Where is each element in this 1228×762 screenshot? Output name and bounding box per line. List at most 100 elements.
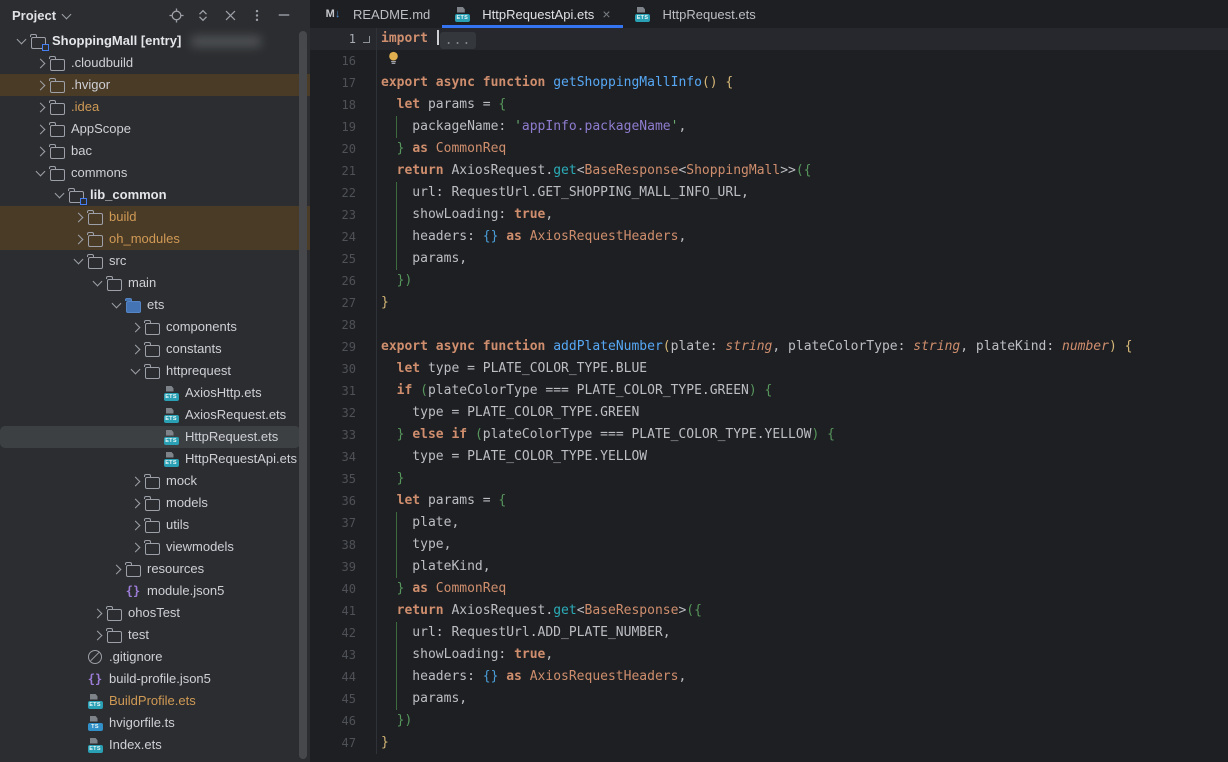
tree-item-appscope[interactable]: AppScope: [0, 118, 310, 140]
code-line-35[interactable]: 35 }: [310, 468, 1228, 490]
code-line-44[interactable]: 44 headers: {} as AxiosRequestHeaders,: [310, 666, 1228, 688]
code-line-29[interactable]: 29export async function addPlateNumber(p…: [310, 336, 1228, 358]
code-line-16[interactable]: 16: [310, 50, 1228, 72]
tree-item-gitignore[interactable]: .gitignore: [0, 646, 310, 668]
code-line-47[interactable]: 47}: [310, 732, 1228, 754]
code-line-46[interactable]: 46 }): [310, 710, 1228, 732]
tree-item-shoppingmall-entry[interactable]: ShoppingMall [entry]: [0, 30, 310, 52]
tree-item-main[interactable]: main: [0, 272, 310, 294]
project-tree-scrollbar[interactable]: [299, 31, 307, 759]
tree-item-models[interactable]: models: [0, 492, 310, 514]
tree-item-ohostest[interactable]: ohosTest: [0, 602, 310, 624]
code-line-1[interactable]: 1import ...: [310, 28, 1228, 50]
fold-region-icon[interactable]: [356, 28, 376, 50]
code-line-25[interactable]: 25 params,: [310, 248, 1228, 270]
tree-item-bac[interactable]: bac: [0, 140, 310, 162]
chevron-collapsed-icon[interactable]: [107, 566, 125, 573]
chevron-collapsed-icon[interactable]: [126, 346, 144, 353]
tab-httprequest-ets[interactable]: ETSHttpRequest.ets: [623, 0, 768, 28]
close-tab-icon[interactable]: ×: [602, 7, 610, 21]
chevron-collapsed-icon[interactable]: [69, 214, 87, 221]
chevron-collapsed-icon[interactable]: [31, 82, 49, 89]
tree-item-axiosrequest-ets[interactable]: ETSAxiosRequest.ets: [0, 404, 310, 426]
code-line-19[interactable]: 19 packageName: 'appInfo.packageName',: [310, 116, 1228, 138]
code-line-45[interactable]: 45 params,: [310, 688, 1228, 710]
code-line-41[interactable]: 41 return AxiosRequest.get<BaseResponse>…: [310, 600, 1228, 622]
tree-item-lib-common[interactable]: lib_common: [0, 184, 310, 206]
tree-item-httprequest-ets[interactable]: ETSHttpRequest.ets: [0, 426, 300, 448]
tree-item-axioshttp-ets[interactable]: ETSAxiosHttp.ets: [0, 382, 310, 404]
code-line-24[interactable]: 24 headers: {} as AxiosRequestHeaders,: [310, 226, 1228, 248]
tree-item-httprequest[interactable]: httprequest: [0, 360, 310, 382]
code-line-28[interactable]: 28: [310, 314, 1228, 336]
code-editor[interactable]: 1import ...1617export async function get…: [310, 28, 1228, 754]
more-options-icon[interactable]: [249, 7, 265, 23]
code-line-38[interactable]: 38 type,: [310, 534, 1228, 556]
tree-item-httprequestapi-ets[interactable]: ETSHttpRequestApi.ets: [0, 448, 310, 470]
code-line-42[interactable]: 42 url: RequestUrl.ADD_PLATE_NUMBER,: [310, 622, 1228, 644]
folded-imports-placeholder[interactable]: ...: [440, 32, 476, 49]
code-line-21[interactable]: 21 return AxiosRequest.get<BaseResponse<…: [310, 160, 1228, 182]
tree-item-build[interactable]: build: [0, 206, 310, 228]
tree-item-cloudbuild[interactable]: .cloudbuild: [0, 52, 310, 74]
tree-item-constants[interactable]: constants: [0, 338, 310, 360]
tree-item-build-profile-json5[interactable]: {}build-profile.json5: [0, 668, 310, 690]
tree-item-hvigor[interactable]: .hvigor: [0, 74, 310, 96]
tree-item-components[interactable]: components: [0, 316, 310, 338]
code-line-22[interactable]: 22 url: RequestUrl.GET_SHOPPING_MALL_INF…: [310, 182, 1228, 204]
tree-item-src[interactable]: src: [0, 250, 310, 272]
chevron-collapsed-icon[interactable]: [31, 148, 49, 155]
tree-item-resources[interactable]: resources: [0, 558, 310, 580]
tree-item-test[interactable]: test: [0, 624, 310, 646]
chevron-collapsed-icon[interactable]: [69, 236, 87, 243]
intention-bulb-icon[interactable]: [387, 51, 400, 66]
chevron-collapsed-icon[interactable]: [126, 478, 144, 485]
code-line-37[interactable]: 37 plate,: [310, 512, 1228, 534]
chevron-expanded-icon[interactable]: [107, 303, 125, 307]
code-line-32[interactable]: 32 type = PLATE_COLOR_TYPE.GREEN: [310, 402, 1228, 424]
chevron-collapsed-icon[interactable]: [126, 544, 144, 551]
chevron-expanded-icon[interactable]: [12, 39, 30, 43]
tree-item-index-ets[interactable]: ETSIndex.ets: [0, 734, 310, 756]
code-line-23[interactable]: 23 showLoading: true,: [310, 204, 1228, 226]
project-tool-window-selector[interactable]: Project: [12, 8, 56, 23]
locate-file-icon[interactable]: [168, 7, 184, 23]
tree-item-mock[interactable]: mock: [0, 470, 310, 492]
chevron-expanded-icon[interactable]: [31, 171, 49, 175]
tab-httprequestapi-ets[interactable]: ETSHttpRequestApi.ets×: [442, 0, 622, 28]
chevron-expanded-icon[interactable]: [69, 259, 87, 263]
chevron-expanded-icon[interactable]: [50, 193, 68, 197]
tree-item-module-json5[interactable]: {}module.json5: [0, 580, 310, 602]
chevron-collapsed-icon[interactable]: [88, 632, 106, 639]
tree-item-utils[interactable]: utils: [0, 514, 310, 536]
code-line-30[interactable]: 30 let type = PLATE_COLOR_TYPE.BLUE: [310, 358, 1228, 380]
code-line-36[interactable]: 36 let params = {: [310, 490, 1228, 512]
code-line-17[interactable]: 17export async function getShoppingMallI…: [310, 72, 1228, 94]
chevron-collapsed-icon[interactable]: [31, 60, 49, 67]
tree-item-idea[interactable]: .idea: [0, 96, 310, 118]
tree-item-ets[interactable]: ets: [0, 294, 310, 316]
hide-panel-icon[interactable]: [276, 7, 292, 23]
chevron-collapsed-icon[interactable]: [126, 324, 144, 331]
code-line-26[interactable]: 26 }): [310, 270, 1228, 292]
code-line-43[interactable]: 43 showLoading: true,: [310, 644, 1228, 666]
chevron-collapsed-icon[interactable]: [88, 610, 106, 617]
code-line-34[interactable]: 34 type = PLATE_COLOR_TYPE.YELLOW: [310, 446, 1228, 468]
code-line-39[interactable]: 39 plateKind,: [310, 556, 1228, 578]
tree-item-hvigorfile-ts[interactable]: TShvigorfile.ts: [0, 712, 310, 734]
chevron-collapsed-icon[interactable]: [31, 126, 49, 133]
code-line-31[interactable]: 31 if (plateColorType === PLATE_COLOR_TY…: [310, 380, 1228, 402]
chevron-collapsed-icon[interactable]: [31, 104, 49, 111]
code-line-40[interactable]: 40 } as CommonReq: [310, 578, 1228, 600]
tree-item-oh-modules[interactable]: oh_modules: [0, 228, 310, 250]
code-line-18[interactable]: 18 let params = {: [310, 94, 1228, 116]
chevron-expanded-icon[interactable]: [88, 281, 106, 285]
collapse-all-icon[interactable]: [222, 7, 238, 23]
expand-all-icon[interactable]: [195, 7, 211, 23]
chevron-collapsed-icon[interactable]: [126, 522, 144, 529]
code-line-20[interactable]: 20 } as CommonReq: [310, 138, 1228, 160]
tree-item-viewmodels[interactable]: viewmodels: [0, 536, 310, 558]
code-line-27[interactable]: 27}: [310, 292, 1228, 314]
chevron-expanded-icon[interactable]: [126, 369, 144, 373]
code-line-33[interactable]: 33 } else if (plateColorType === PLATE_C…: [310, 424, 1228, 446]
